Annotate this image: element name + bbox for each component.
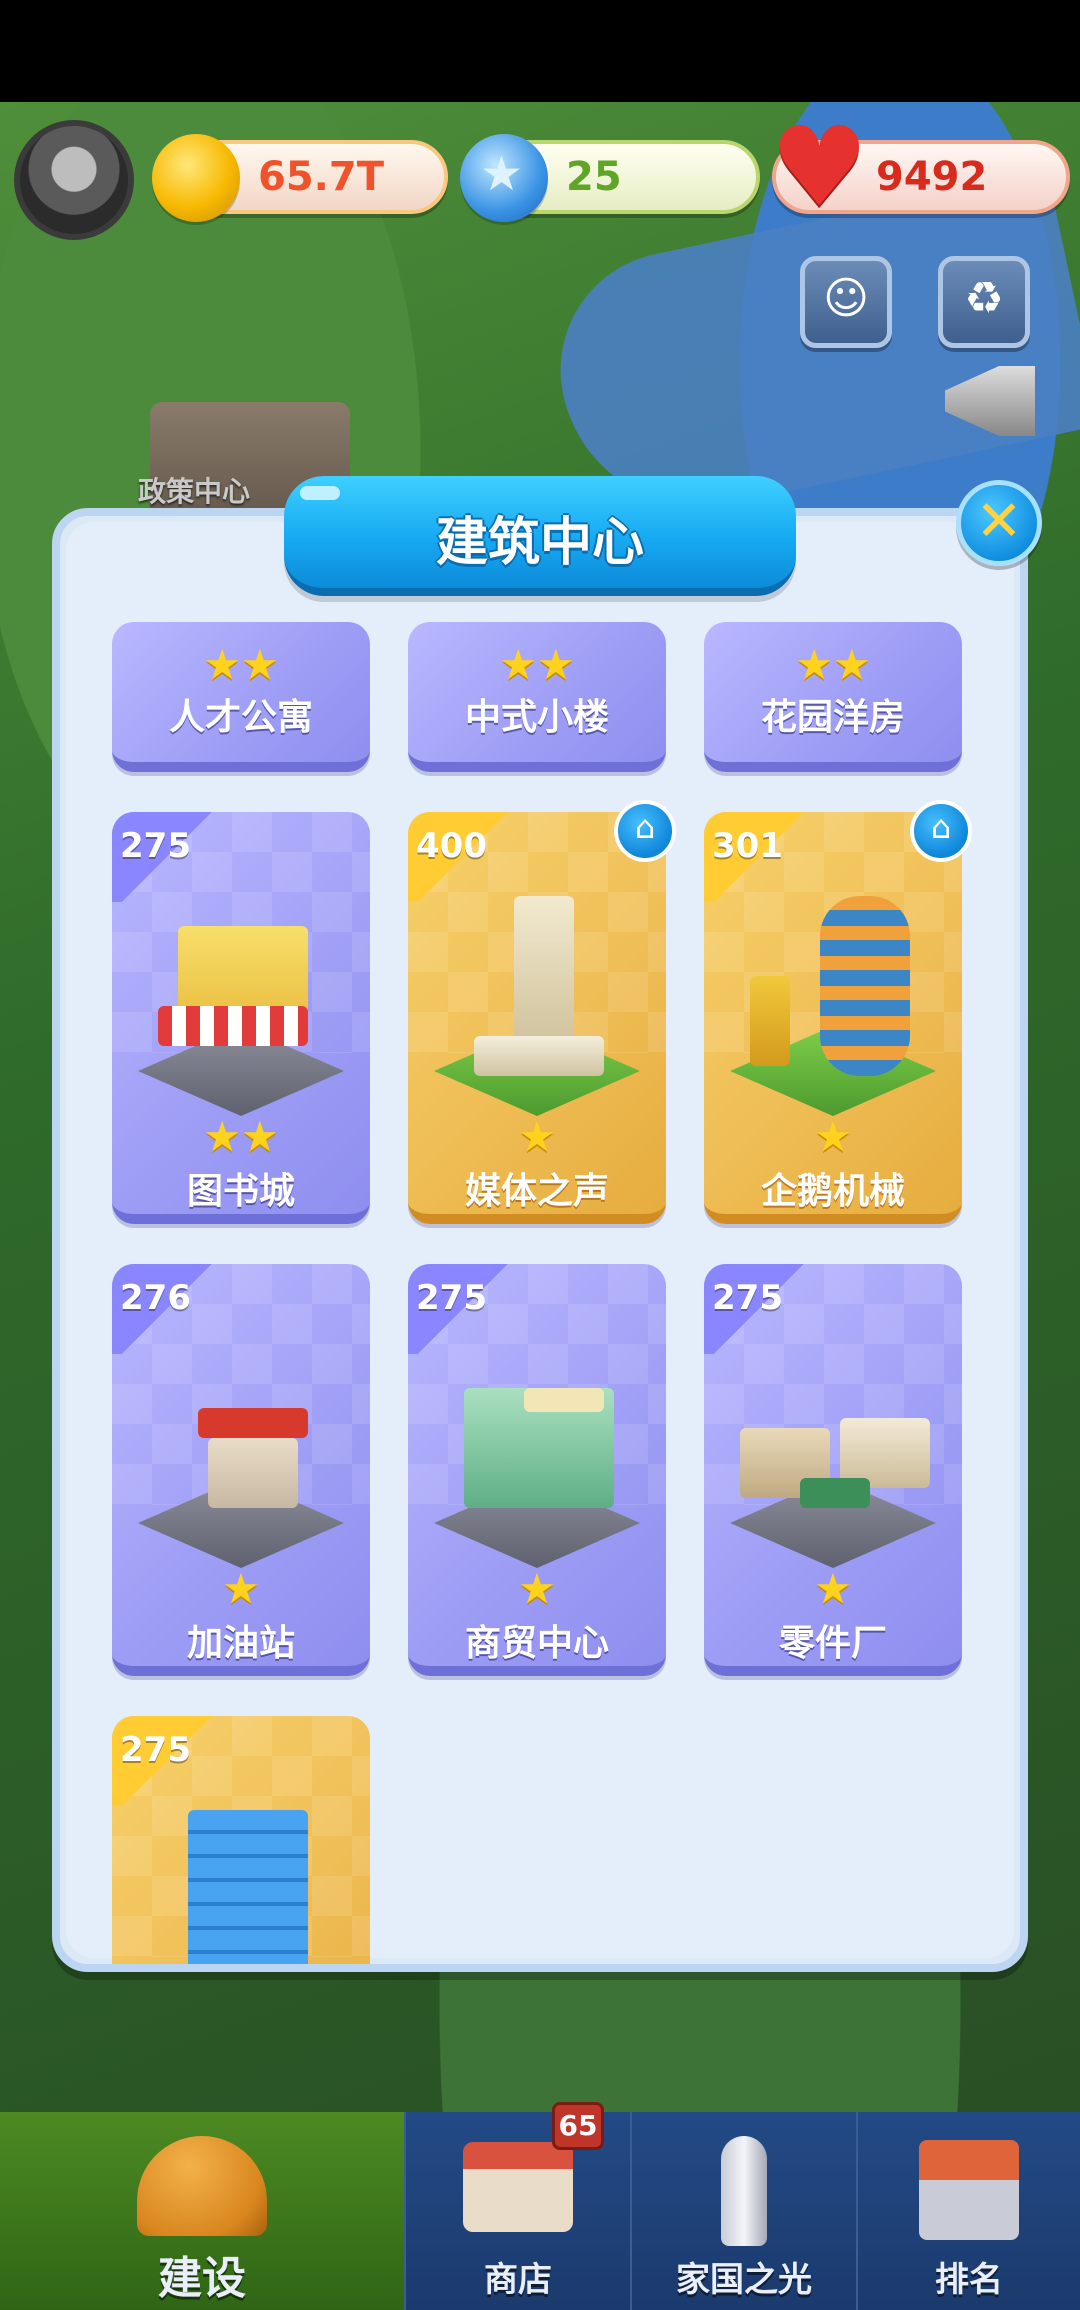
card-name: 加油站 bbox=[186, 1623, 295, 1664]
card-name: 媒体之声 bbox=[464, 1171, 609, 1212]
tab-shop-label: 商店 bbox=[484, 2260, 552, 2300]
card-level: 275 bbox=[712, 1278, 783, 1318]
tab-rank-label: 排名 bbox=[935, 2260, 1003, 2300]
card-stars: ★ bbox=[518, 1564, 556, 1613]
card-stars: ★★ bbox=[795, 640, 871, 689]
event-character-button[interactable]: ☺ bbox=[800, 256, 892, 348]
building-grid[interactable]: ★★ 人才公寓 ★★ 中式小楼 ★★ 花园洋房 275 ★★ 图书城 400 ⌂… bbox=[52, 622, 1028, 1964]
conveyor bbox=[800, 1478, 870, 1508]
gas-station-art bbox=[138, 1338, 344, 1568]
building-block bbox=[474, 1036, 604, 1076]
red-heart-icon bbox=[770, 112, 869, 222]
coin-value: 65.7T bbox=[258, 154, 384, 200]
card-stars: ★ bbox=[814, 1564, 852, 1613]
card-level: 275 bbox=[120, 826, 191, 866]
recycle-event-icon: ♻ bbox=[964, 273, 1004, 324]
event-character-icon: ☺ bbox=[823, 273, 869, 324]
glass-tower bbox=[188, 1810, 308, 1964]
tab-rank[interactable]: 排名 bbox=[856, 2112, 1080, 2310]
house-icon: ⌂ bbox=[634, 808, 656, 846]
building-card-trade-center[interactable]: 275 ★ 商贸中心 bbox=[408, 1264, 666, 1676]
shop-notification-badge: 65 bbox=[552, 2102, 604, 2150]
close-button[interactable]: ✕ bbox=[956, 480, 1042, 566]
coin-counter[interactable]: 65.7T bbox=[152, 134, 448, 222]
trade-sign bbox=[524, 1388, 604, 1412]
house-icon: ⌂ bbox=[930, 808, 952, 846]
round-tower bbox=[820, 896, 910, 1076]
card-stars: ★ bbox=[814, 1112, 852, 1161]
building-card-penguin-machinery[interactable]: 301 ⌂ ★ 企鹅机械 bbox=[704, 800, 972, 1224]
card-level: 275 bbox=[416, 1278, 487, 1318]
card-stars: ★ bbox=[222, 1564, 260, 1613]
heart-value: 9492 bbox=[876, 154, 988, 200]
shop-icon bbox=[463, 2142, 573, 2232]
shop-awning bbox=[158, 1006, 308, 1046]
tv-station-building-art bbox=[434, 886, 640, 1116]
machinery-tower-art bbox=[730, 886, 936, 1116]
player-avatar[interactable] bbox=[14, 120, 134, 240]
building-card-parts-factory[interactable]: 275 ★ 零件厂 bbox=[704, 1264, 962, 1676]
building-card-chinese-house[interactable]: ★★ 中式小楼 bbox=[408, 622, 666, 772]
card-level: 276 bbox=[120, 1278, 191, 1318]
building-card-office-tower[interactable]: 275 bbox=[112, 1716, 370, 1964]
card-stars: ★★ bbox=[203, 1112, 279, 1161]
house-badge: ⌂ bbox=[614, 800, 676, 862]
bottom-navigation: 建设 商店 家国之光 排名 bbox=[0, 2112, 1080, 2310]
modal-title-banner: 建筑中心 bbox=[284, 476, 796, 596]
trade-center-art bbox=[434, 1338, 640, 1568]
card-stars: ★★ bbox=[499, 640, 575, 689]
recycle-event-button[interactable]: ♻ bbox=[938, 256, 1030, 348]
card-name: 人才公寓 bbox=[168, 697, 313, 738]
robot-arm bbox=[750, 976, 790, 1066]
card-name: 花园洋房 bbox=[760, 697, 905, 738]
rocket-icon bbox=[721, 2136, 767, 2246]
heart-counter[interactable]: 9492 bbox=[770, 112, 1070, 222]
blue-star-gem-icon bbox=[460, 134, 548, 222]
building-block bbox=[208, 1438, 298, 1508]
tab-homeland-light-label: 家国之光 bbox=[676, 2260, 812, 2300]
gem-value: 25 bbox=[566, 154, 622, 200]
card-name: 企鹅机械 bbox=[760, 1171, 905, 1212]
podium-icon bbox=[919, 2140, 1019, 2240]
hard-hat-icon bbox=[137, 2136, 267, 2236]
building-card-gas-station[interactable]: 276 ★ 加油站 bbox=[112, 1264, 370, 1676]
tab-homeland-light[interactable]: 家国之光 bbox=[630, 2112, 856, 2310]
card-stars: ★ bbox=[518, 1112, 556, 1161]
building-card-media-voice[interactable]: 400 ⌂ ★ 媒体之声 bbox=[408, 800, 676, 1224]
shop-badge-count: 65 bbox=[558, 2109, 598, 2142]
house-badge: ⌂ bbox=[910, 800, 972, 862]
building-card-garden-villa[interactable]: ★★ 花园洋房 bbox=[704, 622, 962, 772]
card-name: 图书城 bbox=[186, 1171, 295, 1212]
close-x-icon: ✕ bbox=[975, 489, 1023, 554]
card-level: 275 bbox=[120, 1730, 191, 1770]
office-tower-art bbox=[138, 1790, 344, 1964]
status-bar bbox=[0, 0, 1080, 102]
station-canopy bbox=[198, 1408, 308, 1438]
gold-coin-icon bbox=[152, 134, 240, 222]
factory-art bbox=[730, 1338, 936, 1568]
tab-build[interactable]: 建设 bbox=[0, 2112, 404, 2310]
gem-counter[interactable]: 25 bbox=[460, 134, 760, 222]
building-card-talent-apartment[interactable]: ★★ 人才公寓 bbox=[112, 622, 370, 772]
card-stars: ★★ bbox=[203, 640, 279, 689]
card-level: 301 bbox=[712, 826, 783, 866]
modal-title: 建筑中心 bbox=[435, 513, 644, 573]
bookstore-building-art bbox=[138, 886, 344, 1116]
card-name: 零件厂 bbox=[778, 1623, 887, 1664]
building-card-book-city[interactable]: 275 ★★ 图书城 bbox=[112, 812, 370, 1224]
card-name: 中式小楼 bbox=[464, 697, 609, 738]
policy-center-label: 政策中心 bbox=[138, 475, 251, 508]
card-level: 400 bbox=[416, 826, 487, 866]
card-name: 商贸中心 bbox=[464, 1623, 609, 1664]
tab-build-label: 建设 bbox=[158, 2253, 246, 2304]
